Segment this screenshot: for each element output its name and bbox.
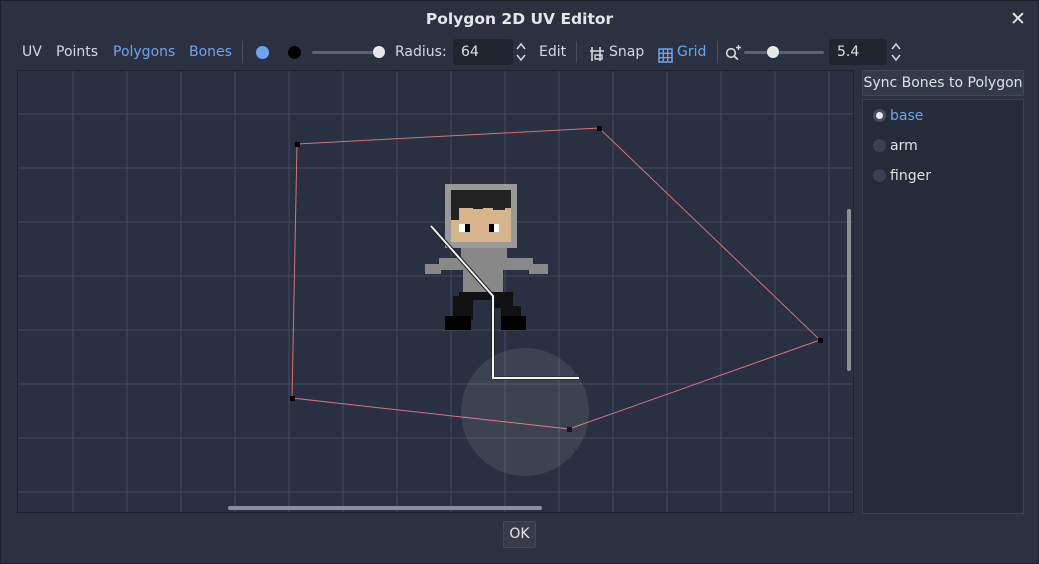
bone-label: finger [890, 168, 931, 184]
toolbar-separator [242, 41, 243, 63]
mode-bones-button[interactable]: Bones [189, 38, 232, 66]
radio-icon[interactable] [873, 139, 886, 152]
bones-panel: Sync Bones to Polygon base arm finger [862, 70, 1024, 514]
sync-bones-button[interactable]: Sync Bones to Polygon [862, 70, 1024, 96]
uv-editor-dialog: Polygon 2D UV Editor ✕ UV Points Polygon… [0, 0, 1039, 564]
close-button[interactable]: ✕ [1008, 8, 1028, 30]
character-sprite [425, 184, 548, 330]
toolbar-separator [576, 41, 577, 63]
toolbar: UV Points Polygons Bones Radius: 64 Edit… [13, 38, 1028, 66]
zoom-value: 5.4 [837, 44, 860, 60]
brush-radius-cursor [461, 348, 589, 476]
grid-label: Grid [677, 44, 707, 60]
uv-edit-canvas[interactable] [17, 70, 854, 513]
dialog-titlebar: Polygon 2D UV Editor [1, 1, 1038, 37]
grid-icon [658, 45, 673, 73]
snap-label: Snap [609, 44, 645, 60]
ok-button[interactable]: OK [503, 521, 536, 548]
zoom-spinbox-arrows[interactable] [891, 41, 901, 63]
zoom-spinbox[interactable]: 5.4 [829, 39, 887, 65]
zoom-slider-grabber[interactable] [767, 46, 779, 58]
radio-icon[interactable] [873, 109, 886, 122]
zoom-icon [725, 44, 741, 64]
zoom-slider[interactable] [744, 51, 824, 54]
bone-list: base arm finger [862, 99, 1024, 514]
canvas-drawing [18, 71, 853, 512]
radius-spinbox[interactable]: 64 [453, 39, 513, 65]
bone-label: arm [890, 138, 918, 154]
close-icon: ✕ [1010, 8, 1026, 30]
radius-value: 64 [461, 44, 479, 60]
snap-icon [589, 44, 605, 72]
erase-weight-button[interactable] [288, 46, 301, 59]
toolbar-separator [717, 41, 718, 63]
radius-label: Radius: [395, 44, 447, 60]
paint-weight-button[interactable] [256, 46, 269, 59]
dialog-title: Polygon 2D UV Editor [425, 10, 614, 28]
brush-strength-grabber[interactable] [373, 46, 385, 58]
vertical-scrollbar[interactable] [847, 209, 851, 371]
radius-spinbox-arrows[interactable] [516, 41, 526, 63]
bone-label: base [890, 108, 924, 124]
mode-uv-button[interactable]: UV [22, 38, 42, 66]
horizontal-scrollbar[interactable] [228, 506, 542, 510]
radio-icon[interactable] [873, 169, 886, 182]
edit-menu-button[interactable]: Edit [539, 38, 566, 66]
mode-polygons-button[interactable]: Polygons [113, 38, 175, 66]
mode-points-button[interactable]: Points [56, 38, 98, 66]
